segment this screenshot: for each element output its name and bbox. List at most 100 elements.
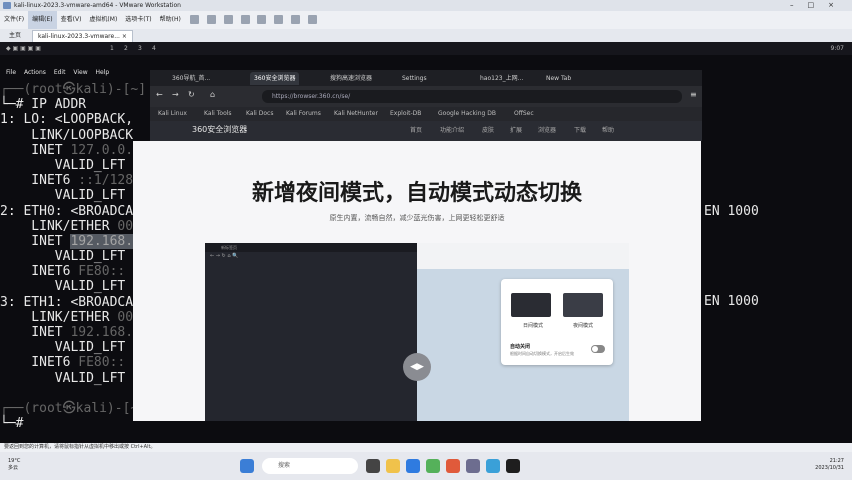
snapshot-icon[interactable] <box>223 15 233 24</box>
night-mode-thumbnail[interactable] <box>563 293 603 317</box>
browser-360-icon[interactable] <box>486 459 500 473</box>
bookmark-item[interactable]: Kali Tools <box>204 107 232 121</box>
home-icon[interactable]: ⌂ <box>210 90 215 99</box>
site-nav-link[interactable]: 首页 <box>410 121 422 141</box>
term-menu-file[interactable]: File <box>6 69 16 76</box>
vmware-logo-icon <box>3 2 11 9</box>
taskbar-search-placeholder: 搜索 <box>278 462 291 469</box>
auto-switch-desc: 根据时间自动切换模式，开启后生效 <box>510 351 574 356</box>
vmware-status-text: 要返回到您的计算机，请将鼠标指针从虚拟机中移出或按 Ctrl+Alt。 <box>4 444 156 450</box>
site-nav-link[interactable]: 功能介绍 <box>440 121 464 141</box>
day-mode-preview: 日间模式 夜间模式 自动关闭 根据时间自动切换模式，开启后生效 <box>417 243 629 421</box>
console-view-icon[interactable] <box>308 15 318 24</box>
taskbar-search[interactable]: 搜索 <box>262 458 358 474</box>
tab-kali-vm[interactable]: kali-linux-2023.3-vmware... × <box>32 30 133 42</box>
wechat-icon[interactable] <box>426 459 440 473</box>
auto-switch-label: 自动关闭 <box>510 344 531 350</box>
browser-tab[interactable]: New Tab <box>542 72 575 85</box>
night-mode-preview: 新标签页 ← → ↻ ⌂ 🔍 <box>205 243 417 421</box>
term-menu-edit[interactable]: Edit <box>54 69 66 76</box>
promo-subline: 原生内置，流畅自然，减少蓝光伤害，上网更轻松更舒适 <box>329 214 505 222</box>
back-icon[interactable]: ← <box>156 90 163 99</box>
browser-tab[interactable]: Settings <box>398 72 431 85</box>
start-icon[interactable] <box>240 459 254 473</box>
site-nav-link[interactable]: 皮肤 <box>482 121 494 141</box>
tray-clock[interactable]: 21:27 2023/10/31 <box>815 458 844 472</box>
kali-menu-icon[interactable]: ◆ ▣ ▣ ▣ ▣ <box>6 42 41 55</box>
snapshot-manager-icon[interactable] <box>257 15 267 24</box>
tab-kali-vm-label: kali-linux-2023.3-vmware... <box>38 33 120 40</box>
weather-desc: 多云 <box>8 465 19 471</box>
browser-tab-active[interactable]: 360安全浏览器 <box>250 72 300 85</box>
file-explorer-icon[interactable] <box>386 459 400 473</box>
forward-icon[interactable]: → <box>172 90 179 99</box>
menu-help[interactable]: 帮助(H) <box>156 11 185 29</box>
vmware-title-bar: kali-linux-2023.3-vmware-amd64 - VMware … <box>0 0 852 11</box>
vmware-icon[interactable] <box>466 459 480 473</box>
unity-icon[interactable] <box>291 15 301 24</box>
browser-tab[interactable]: 360导航_首... <box>168 72 214 85</box>
windows-taskbar: 19°C 多云 搜索 21:27 2023/10/31 <box>0 452 852 480</box>
address-url: https://browser.360.cn/se/ <box>272 93 351 100</box>
dark-preview-toolbar: ← → ↻ ⌂ 🔍 <box>210 253 239 259</box>
fullscreen-icon[interactable] <box>274 15 284 24</box>
bookmark-item[interactable]: Exploit-DB <box>390 107 421 121</box>
kali-clock: 9:07 <box>830 45 844 52</box>
terminal-menu-bar: File Actions Edit View Help <box>0 66 140 80</box>
browser-tab[interactable]: hao123_上网... <box>476 72 527 85</box>
mode-switch-card: 日间模式 夜间模式 自动关闭 根据时间自动切换模式，开启后生效 <box>501 279 613 365</box>
dark-preview-tab: 新标签页 <box>221 245 237 250</box>
menu-view[interactable]: 查看(V) <box>57 11 86 29</box>
workspace-2[interactable]: 2 <box>124 42 128 55</box>
bookmark-item[interactable]: Kali Linux <box>158 107 187 121</box>
compare-slider-handle[interactable]: ◀▶ <box>403 353 431 381</box>
site-nav-link[interactable]: 帮助 <box>602 121 614 141</box>
browser-tab-strip: 360导航_首... 360安全浏览器 搜狗高速浏览器 Settings hao… <box>150 70 702 86</box>
night-mode-label: 夜间模式 <box>573 323 594 329</box>
day-mode-thumbnail[interactable] <box>511 293 551 317</box>
workspace-1[interactable]: 1 <box>110 42 114 55</box>
workspace-3[interactable]: 3 <box>138 42 142 55</box>
menu-vm[interactable]: 虚拟机(M) <box>85 11 121 29</box>
task-view-icon[interactable] <box>366 459 380 473</box>
vmware-status-bar: 要返回到您的计算机，请将鼠标指针从虚拟机中移出或按 Ctrl+Alt。 <box>0 443 852 452</box>
bookmark-item[interactable]: Kali Docs <box>246 107 273 121</box>
menu-file[interactable]: 文件(F) <box>0 11 28 29</box>
bookmark-item[interactable]: OffSec <box>514 107 534 121</box>
menu-edit[interactable]: 编辑(E) <box>28 11 57 29</box>
menu-tabs[interactable]: 选项卡(T) <box>121 11 155 29</box>
tab-home[interactable]: 主页 <box>4 30 26 42</box>
weather-widget[interactable]: 19°C 多云 <box>8 458 20 472</box>
tray-date: 2023/10/31 <box>815 465 844 471</box>
site-nav-link[interactable]: 下载 <box>574 121 586 141</box>
promo-panel: 新增夜间模式，自动模式动态切换 原生内置，流畅自然，减少蓝光伤害，上网更轻松更舒… <box>133 141 701 421</box>
app-icon[interactable] <box>446 459 460 473</box>
kali-top-panel: ◆ ▣ ▣ ▣ ▣ 1 2 3 4 9:07 <box>0 42 852 55</box>
term-menu-help[interactable]: Help <box>96 69 110 76</box>
tray-time: 21:27 <box>829 458 844 464</box>
terminal-line-tail: EN 1000 <box>704 204 759 219</box>
site-nav-link[interactable]: 扩展 <box>510 121 522 141</box>
browser-tab[interactable]: 搜狗高速浏览器 <box>326 72 376 85</box>
address-bar[interactable]: https://browser.360.cn/se/ <box>262 90 682 103</box>
site-logo[interactable]: 360安全浏览器 <box>192 124 247 135</box>
workspace-4[interactable]: 4 <box>152 42 156 55</box>
bookmarks-bar: Kali Linux Kali Tools Kali Docs Kali For… <box>150 107 702 121</box>
menu-icon[interactable]: ≡ <box>690 90 697 99</box>
term-menu-view[interactable]: View <box>73 69 87 76</box>
terminal-line-tail: EN 1000 <box>704 294 759 309</box>
terminal-icon[interactable] <box>506 459 520 473</box>
reload-icon[interactable]: ↻ <box>188 90 195 99</box>
bookmark-item[interactable]: Kali NetHunter <box>334 107 378 121</box>
revert-snapshot-icon[interactable] <box>240 15 250 24</box>
window-controls[interactable]: –□× <box>790 0 848 11</box>
term-menu-actions[interactable]: Actions <box>24 69 46 76</box>
send-keys-icon[interactable] <box>206 15 216 24</box>
site-nav-link[interactable]: 浏览器 <box>538 121 556 141</box>
bookmark-item[interactable]: Kali Forums <box>286 107 321 121</box>
bookmark-item[interactable]: Google Hacking DB <box>438 107 496 121</box>
pause-icon[interactable] <box>189 15 199 24</box>
browser-toolbar: ← → ↻ ⌂ https://browser.360.cn/se/ ≡ <box>150 86 702 107</box>
edge-icon[interactable] <box>406 459 420 473</box>
auto-switch-toggle[interactable] <box>591 345 605 353</box>
